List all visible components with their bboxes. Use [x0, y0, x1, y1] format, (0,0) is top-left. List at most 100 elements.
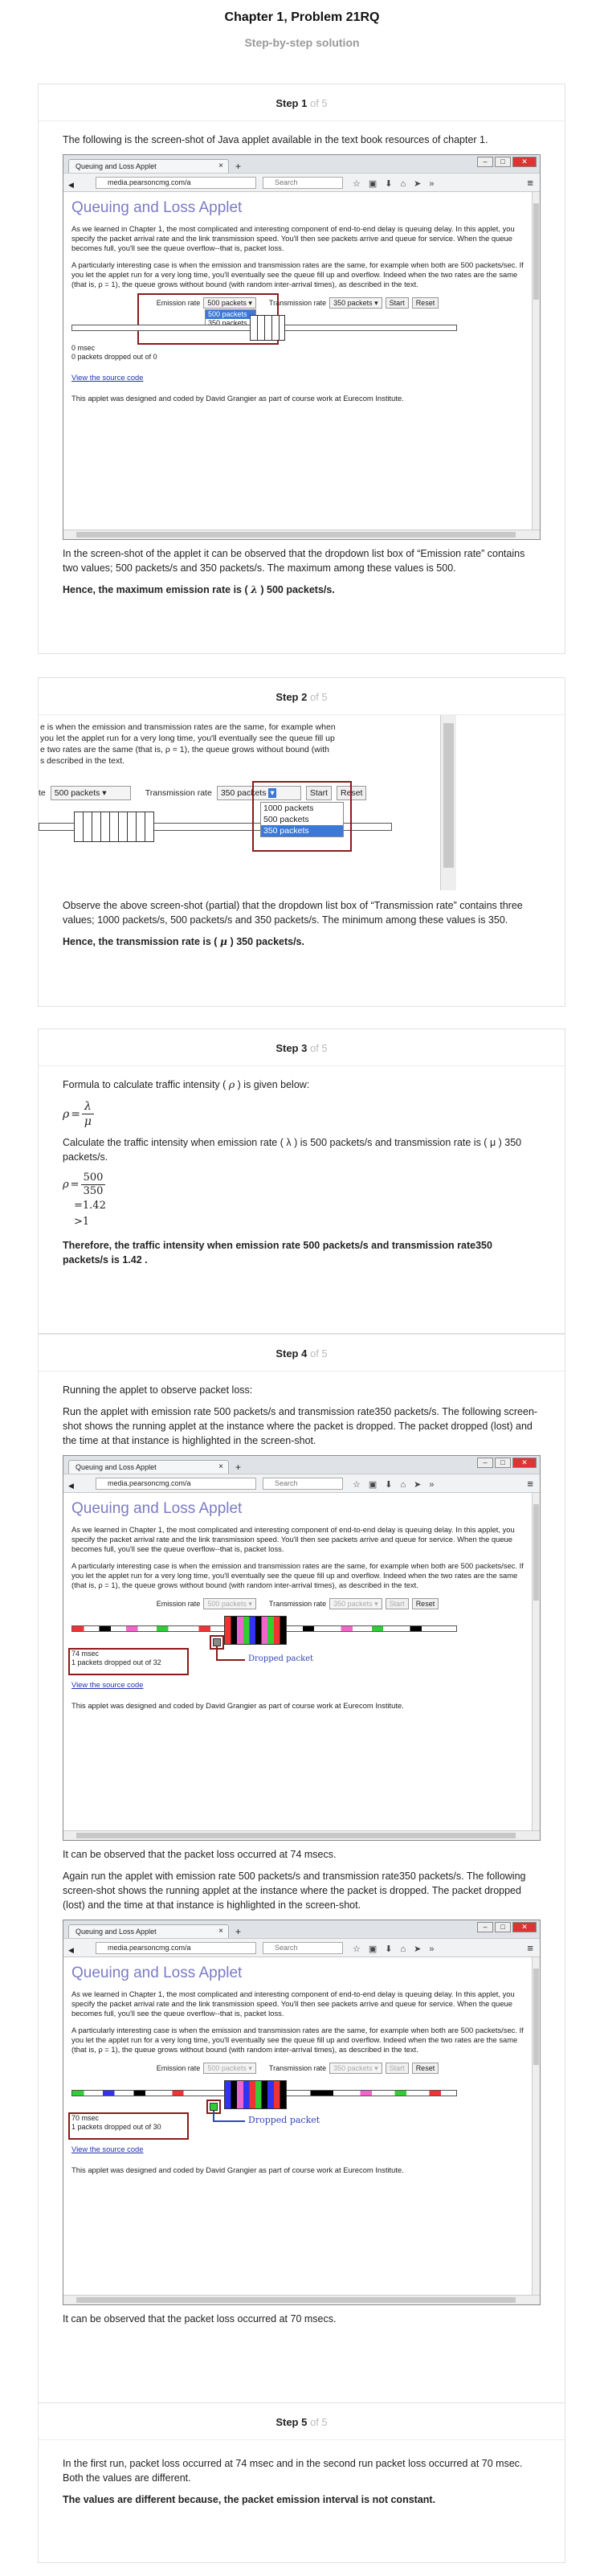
close-tab-icon[interactable]: ×	[218, 1925, 223, 1938]
step-3-conclusion: Therefore, the traffic intensity when em…	[63, 1240, 492, 1266]
emission-value: 500 packets	[54, 788, 100, 798]
maximize-icon[interactable]: □	[495, 157, 511, 167]
result-comparison: >1	[74, 1216, 90, 1228]
step-5-conclusion: The values are different because, the pa…	[63, 2494, 436, 2505]
url-bar[interactable]: media.pearsoncmg.com/a	[96, 177, 256, 189]
step-3-header: Step 3 of 5	[39, 1029, 565, 1066]
emission-value: 500 packets	[207, 1600, 247, 1608]
step-1-intro: The following is the screen-shot of Java…	[63, 134, 488, 145]
search-input[interactable]: Search	[263, 177, 343, 189]
tab-label: Queuing and Loss Applet	[76, 1928, 157, 1936]
equals-sign: =	[71, 1107, 80, 1121]
status-time: 0 msec	[71, 344, 96, 352]
horizontal-scrollbar[interactable]	[63, 1830, 540, 1840]
emission-select[interactable]: 500 packets ▾	[50, 786, 131, 800]
denominator: μ	[84, 1115, 92, 1128]
vertical-scrollbar[interactable]	[532, 1493, 540, 1830]
highlight-box	[68, 1648, 189, 1675]
transmission-select[interactable]: 350 packets ▾	[329, 2063, 382, 2074]
start-button[interactable]: Start	[385, 1598, 409, 1609]
horizontal-scrollbar[interactable]	[63, 2295, 540, 2304]
close-window-icon[interactable]: ✕	[512, 1458, 537, 1468]
search-input[interactable]: Search	[263, 1478, 343, 1490]
horizontal-scrollbar[interactable]	[63, 530, 540, 539]
menu-icon[interactable]: ≡	[527, 1941, 533, 1956]
pointer-line	[213, 2120, 245, 2122]
start-button[interactable]: Start	[385, 2063, 409, 2074]
maximize-icon[interactable]: □	[495, 1922, 511, 1932]
browser-tab[interactable]: Queuing and Loss Applet ×	[68, 1924, 229, 1938]
rho-symbol: ρ	[228, 1078, 235, 1090]
step-4-heading: Running the applet to observe packet los…	[63, 1384, 253, 1396]
reset-button[interactable]: Reset	[411, 2063, 439, 2074]
applet-title: Queuing and Loss Applet	[71, 1965, 243, 1981]
transmission-select[interactable]: 350 packets ▾	[329, 1598, 382, 1609]
highlight-box	[68, 2112, 189, 2140]
rho-symbol: ρ	[63, 1178, 69, 1191]
close-tab-icon[interactable]: ×	[218, 160, 223, 173]
start-button[interactable]: Start	[385, 297, 409, 309]
vertical-scrollbar[interactable]	[532, 1957, 540, 2295]
minimize-icon[interactable]: –	[477, 157, 493, 167]
dropped-packet-label: Dropped packet	[248, 1654, 314, 1663]
crop-line: e is when the emission and transmission …	[40, 722, 336, 732]
applet-para-2: A particularly interesting case is when …	[71, 1561, 524, 1589]
vertical-scrollbar[interactable]	[532, 192, 540, 530]
partial-screenshot: e is when the emission and transmission …	[39, 715, 565, 890]
emission-select[interactable]: 500 packets ▾	[203, 2063, 256, 2074]
new-tab-icon[interactable]: +	[235, 1924, 241, 1939]
step-1-conclusion: Hence, the maximum emission rate is ( λ …	[63, 583, 541, 597]
back-icon[interactable]: ◀	[68, 1478, 74, 1493]
step-4-run1-result: It can be observed that the packet loss …	[63, 1849, 337, 1860]
toolbar-icons[interactable]: ☆▣⬇⌂➤»	[353, 177, 442, 191]
minimize-icon[interactable]: –	[477, 1458, 493, 1468]
close-window-icon[interactable]: ✕	[512, 157, 537, 167]
applet-para-1: As we learned in Chapter 1, the most com…	[71, 224, 515, 252]
view-source-link[interactable]: View the source code	[71, 373, 524, 382]
browser-tab[interactable]: Queuing and Loss Applet ×	[68, 159, 229, 173]
applet-footer: This applet was designed and coded by Da…	[71, 394, 404, 403]
search-input[interactable]: Search	[263, 1942, 343, 1954]
minimize-icon[interactable]: –	[477, 1922, 493, 1932]
lambda-symbol: λ	[251, 583, 258, 595]
new-tab-icon[interactable]: +	[235, 159, 241, 174]
close-window-icon[interactable]: ✕	[512, 1922, 537, 1932]
close-tab-icon[interactable]: ×	[218, 1461, 223, 1474]
reset-button[interactable]: Reset	[411, 1598, 439, 1609]
view-source-link[interactable]: View the source code	[71, 1680, 524, 1690]
numerator: 500	[80, 1171, 106, 1185]
step-4-card: Step 4 of 5 Running the applet to observ…	[38, 1334, 565, 2410]
step-label: Step 3	[275, 1042, 308, 1054]
toolbar-icons[interactable]: ☆▣⬇⌂➤»	[353, 1942, 442, 1957]
step-of: of 5	[309, 2416, 328, 2428]
browser-window: Queuing and Loss Applet × + – □ ✕ ◀ media…	[63, 1920, 541, 2305]
browser-tab[interactable]: Queuing and Loss Applet ×	[68, 1460, 229, 1474]
rho-symbol: ρ	[63, 1107, 70, 1121]
toolbar-icons[interactable]: ☆▣⬇⌂➤»	[353, 1478, 442, 1492]
new-tab-icon[interactable]: +	[235, 1460, 241, 1474]
url-bar[interactable]: media.pearsoncmg.com/a	[96, 1942, 256, 1954]
menu-icon[interactable]: ≡	[527, 176, 533, 190]
tab-label: Queuing and Loss Applet	[76, 162, 157, 170]
menu-icon[interactable]: ≡	[527, 1477, 533, 1491]
step-of: of 5	[309, 691, 328, 703]
step-of: of 5	[309, 1042, 328, 1054]
url-bar[interactable]: media.pearsoncmg.com/a	[96, 1478, 256, 1490]
vertical-scrollbar[interactable]	[440, 715, 456, 890]
step-of: of 5	[309, 97, 328, 109]
step-2-explanation: Observe the above screen-shot (partial) …	[63, 900, 523, 926]
applet-footer: This applet was designed and coded by Da…	[71, 1701, 404, 1710]
view-source-link[interactable]: View the source code	[71, 2145, 524, 2154]
fraction: 500 350	[80, 1171, 106, 1198]
mu-symbol: μ	[219, 935, 228, 947]
maximize-icon[interactable]: □	[495, 1458, 511, 1468]
browser-window: Queuing and Loss Applet × + – □ ✕ ◀ media…	[63, 154, 541, 540]
queue-buffer	[74, 812, 154, 842]
emission-select[interactable]: 500 packets ▾	[203, 1598, 256, 1609]
back-icon[interactable]: ◀	[68, 1943, 74, 1957]
transmission-select[interactable]: 350 packets ▾	[329, 297, 382, 309]
numerator: λ	[81, 1099, 94, 1114]
step-4-run1-desc: Run the applet with emission rate 500 pa…	[63, 1406, 538, 1446]
back-icon[interactable]: ◀	[68, 178, 74, 192]
reset-button[interactable]: Reset	[411, 297, 439, 309]
